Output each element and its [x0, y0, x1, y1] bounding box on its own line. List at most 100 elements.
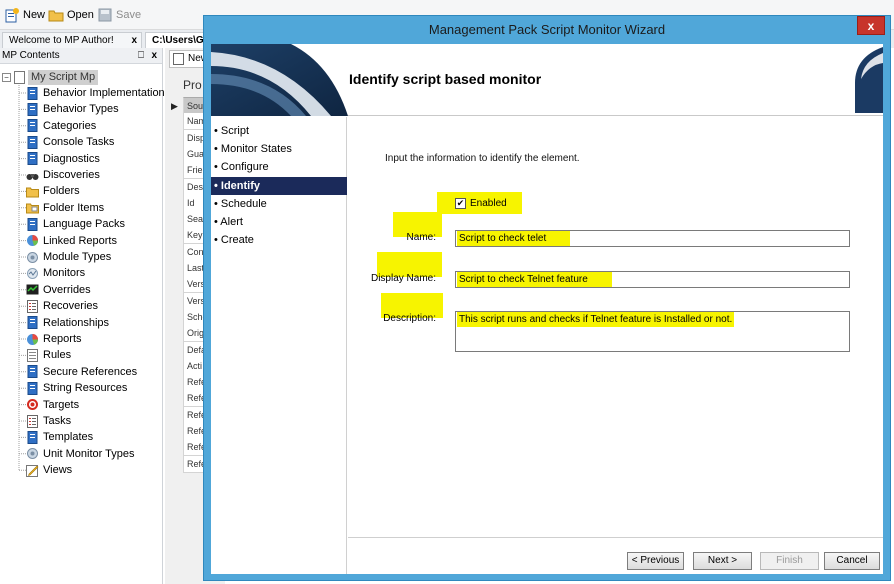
tree-item-label: Diagnostics: [43, 152, 100, 165]
tree-item[interactable]: Folders: [26, 183, 80, 199]
new-button[interactable]: New: [4, 6, 45, 24]
tree-item[interactable]: Templates: [26, 429, 93, 445]
tree-item-label: Templates: [43, 431, 94, 444]
tree-item[interactable]: Monitors: [26, 265, 85, 281]
display-name-field[interactable]: Script to check Telnet feature: [455, 271, 850, 288]
blue-doc-icon: [26, 217, 39, 231]
pin-icon[interactable]: ⎕: [138, 48, 144, 63]
nav-step[interactable]: • Script: [211, 122, 347, 140]
open-label: Open: [67, 9, 94, 21]
tree-item[interactable]: Behavior Implementation: [26, 85, 165, 101]
tree-item[interactable]: Secure References: [26, 364, 137, 380]
close-icon[interactable]: x: [151, 48, 157, 63]
display-name-label: Display Name:: [370, 273, 436, 284]
list-icon: [26, 414, 39, 428]
nav-step[interactable]: • Schedule: [211, 195, 347, 213]
wizard-footer: < Previous Next > Finish Cancel: [348, 537, 883, 574]
blue-doc-icon: [26, 135, 39, 149]
tree-item[interactable]: Rules: [26, 347, 71, 363]
collapse-icon[interactable]: −: [2, 72, 11, 82]
tree-item-label: Linked Reports: [43, 234, 117, 247]
next-button[interactable]: Next >: [693, 552, 752, 570]
tree-item[interactable]: Recoveries: [26, 298, 98, 314]
tree-item[interactable]: Folder Items: [26, 200, 104, 216]
properties-title: Pro: [183, 78, 202, 92]
pie-report-icon: [26, 333, 39, 346]
wizard-client-area: Identify script based monitor • Script • …: [211, 44, 883, 574]
row-selector-icon: ▶: [171, 101, 178, 111]
tree-item-label: Recoveries: [43, 300, 99, 313]
tree-item[interactable]: Views: [26, 462, 72, 478]
nav-step[interactable]: • Configure: [211, 158, 347, 176]
tree-item[interactable]: Discoveries: [26, 167, 100, 183]
tree-item-label: Module Types: [43, 251, 112, 263]
nav-step[interactable]: • Identify: [211, 176, 347, 195]
tree-root[interactable]: − My Script Mp: [2, 69, 99, 85]
tree-item-label: Categories: [43, 119, 97, 132]
monitor-icon: [26, 267, 39, 280]
wizard-close-button[interactable]: x: [857, 16, 885, 35]
nav-step[interactable]: • Monitor States: [211, 140, 347, 158]
page-icon: [173, 53, 184, 65]
tab-close-icon[interactable]: x: [131, 33, 137, 48]
instruction-text: Input the information to identify the el…: [385, 153, 580, 164]
tree-item[interactable]: Reports: [26, 331, 82, 347]
wizard-logo: [855, 47, 883, 113]
description-field[interactable]: This script runs and checks if Telnet fe…: [455, 311, 850, 352]
tree-item-label: Folders: [43, 185, 80, 198]
tree-item-label: Language Packs: [43, 218, 125, 231]
tree-item-label: Tasks: [43, 415, 72, 427]
tab-script-mp-label: C:\Users\Ga: [152, 35, 207, 46]
binoculars-icon: [26, 169, 39, 182]
wizard-title: Management Pack Script Monitor Wizard: [428, 22, 666, 37]
tab-welcome[interactable]: Welcome to MP Author! x: [2, 32, 142, 48]
tree-item-label: Overrides: [43, 283, 91, 296]
finish-button[interactable]: Finish: [760, 552, 819, 570]
tree-item[interactable]: Behavior Types: [26, 101, 119, 117]
open-button[interactable]: Open: [48, 6, 94, 24]
tree-item[interactable]: Targets: [26, 397, 79, 413]
tree-item-label: Discoveries: [43, 169, 100, 181]
tree-item[interactable]: Linked Reports: [26, 233, 117, 249]
description-value: This script runs and checks if Telnet fe…: [457, 312, 735, 327]
enabled-checkbox-row[interactable]: ✔ Enabled: [437, 192, 522, 214]
tree-item[interactable]: Overrides: [26, 282, 91, 298]
previous-button[interactable]: < Previous: [627, 552, 684, 570]
folder-icon: [26, 185, 39, 198]
tree-item[interactable]: Console Tasks: [26, 134, 114, 150]
tree-item[interactable]: Language Packs: [26, 216, 125, 232]
blue-doc-icon: [26, 102, 39, 116]
tree-item-label: Unit Monitor Types: [43, 447, 135, 460]
tree-root-label: My Script Mp: [28, 69, 99, 85]
name-label: Name:: [406, 232, 436, 243]
blue-doc-icon: [26, 152, 39, 166]
cancel-button[interactable]: Cancel: [824, 552, 880, 570]
tree-item[interactable]: Unit Monitor Types: [26, 446, 135, 462]
tree-item-label: String Resources: [43, 382, 128, 395]
override-icon: [26, 283, 39, 296]
mp-contents-title: MP Contents: [2, 50, 60, 61]
nav-step[interactable]: • Alert: [211, 213, 347, 231]
tree-item[interactable]: Tasks: [26, 413, 71, 429]
rules-icon: [26, 348, 39, 362]
target-icon: [26, 398, 39, 411]
tree-item[interactable]: Module Types: [26, 249, 111, 265]
tab-script-mp[interactable]: C:\Users\Ga: [145, 32, 207, 48]
page-heading: Identify script based monitor: [349, 71, 542, 87]
mp-contents-tree: − My Script Mp Behavior Implementation Be…: [0, 64, 165, 584]
tab-welcome-label: Welcome to MP Author!: [9, 35, 114, 46]
tree-item-label: Folder Items: [43, 201, 105, 214]
name-field[interactable]: Script to check telet: [455, 230, 850, 247]
wizard-step-nav: • Script • Monitor States • Configure • Ide…: [211, 117, 347, 574]
tree-item[interactable]: Relationships: [26, 315, 109, 331]
tree-item-label: Rules: [43, 349, 72, 362]
tree-item-label: Relationships: [43, 316, 110, 329]
nav-step[interactable]: • Create: [211, 231, 347, 249]
tree-item[interactable]: String Resources: [26, 380, 127, 396]
enabled-checkbox[interactable]: ✔: [455, 197, 466, 209]
mp-file-icon: [14, 70, 25, 84]
tree-item[interactable]: Categories: [26, 118, 96, 134]
save-button[interactable]: Save: [97, 6, 141, 24]
list-icon: [26, 299, 39, 313]
tree-item[interactable]: Diagnostics: [26, 151, 100, 167]
